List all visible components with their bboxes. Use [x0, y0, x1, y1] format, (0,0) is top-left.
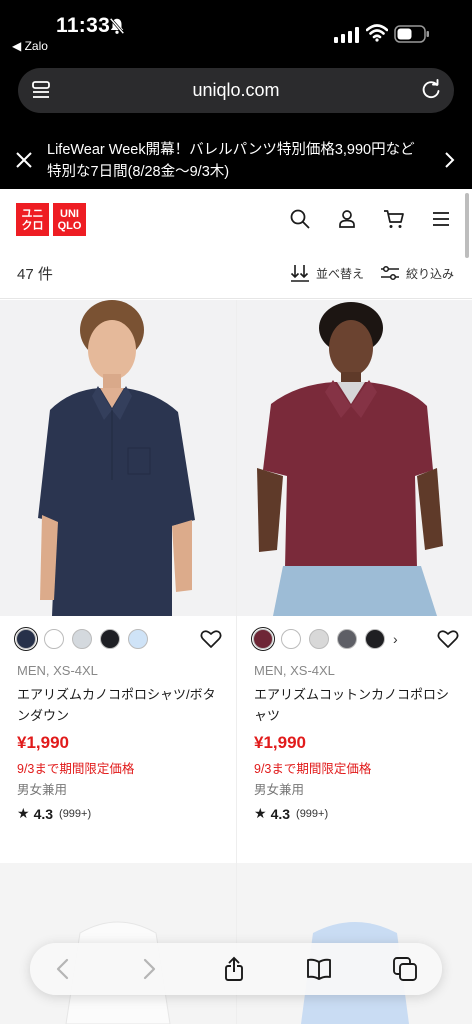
- product-card[interactable]: › MEN, XS-4XL エアリズムコットンカノコポロシャツ ¥1,990 9…: [237, 300, 472, 830]
- color-swatches: ›: [251, 627, 407, 651]
- favorite-heart-icon[interactable]: [437, 629, 459, 649]
- logo-text: クロ: [21, 219, 44, 232]
- review-count: (999+): [296, 807, 329, 820]
- product-card[interactable]: MEN, XS-4XL エアリズムカノコポロシャツ/ボタンダウン ¥1,990 …: [0, 300, 236, 830]
- logo-text: UNI: [60, 207, 79, 220]
- color-swatch[interactable]: [72, 629, 92, 649]
- color-swatch[interactable]: [14, 627, 38, 651]
- color-swatch[interactable]: [309, 629, 329, 649]
- browser-toolbar: [30, 943, 442, 995]
- product-name[interactable]: エアリズムカノコポロシャツ/ボタンダウン: [17, 684, 223, 726]
- back-to-app-link[interactable]: ◀ Zalo: [12, 39, 48, 53]
- logo-text: ユニ: [21, 207, 44, 220]
- sort-label: 並べ替え: [316, 266, 365, 281]
- rating-value: 4.3: [33, 805, 54, 822]
- cart-icon[interactable]: [383, 208, 405, 230]
- url-text[interactable]: uniqlo.com: [18, 80, 454, 101]
- sort-button[interactable]: 並べ替え: [290, 262, 364, 284]
- product-gender-size: MEN, XS-4XL: [254, 663, 335, 678]
- account-icon[interactable]: [336, 208, 358, 230]
- logo-block-katakana: ユニ クロ: [16, 203, 49, 236]
- chevron-right-icon[interactable]: [442, 151, 456, 169]
- product-image[interactable]: [237, 300, 472, 616]
- star-icon: ★: [17, 805, 30, 821]
- unisex-label: 男女兼用: [17, 783, 68, 797]
- product-rating: ★ 4.3 (999+): [17, 805, 91, 822]
- limited-price-note: 9/3まで期間限定価格: [254, 762, 372, 776]
- product-rating: ★ 4.3 (999+): [254, 805, 328, 822]
- color-swatch[interactable]: [337, 629, 357, 649]
- share-icon[interactable]: [221, 956, 247, 982]
- silent-bell-icon: [109, 17, 125, 35]
- filter-label: 絞り込み: [406, 266, 455, 281]
- product-name[interactable]: エアリズムコットンカノコポロシャツ: [254, 684, 460, 726]
- color-swatch[interactable]: [128, 629, 148, 649]
- more-colors-chevron-icon[interactable]: ›: [393, 629, 407, 649]
- search-icon[interactable]: [289, 208, 311, 230]
- bookmarks-book-icon[interactable]: [306, 956, 332, 982]
- color-swatches: [14, 627, 148, 651]
- result-count: 47 件: [17, 266, 53, 283]
- results-toolbar: 47 件 並べ替え 絞り込み: [0, 251, 472, 299]
- uniqlo-logo[interactable]: ユニ クロ UNI QLO: [16, 203, 86, 236]
- site-header: ユニ クロ UNI QLO: [0, 189, 472, 251]
- forward-arrow-icon[interactable]: [136, 956, 162, 982]
- address-bar[interactable]: uniqlo.com: [18, 68, 454, 113]
- reload-icon[interactable]: [420, 79, 442, 101]
- favorite-heart-icon[interactable]: [200, 629, 222, 649]
- color-swatch[interactable]: [251, 627, 275, 651]
- menu-icon[interactable]: [430, 208, 452, 230]
- logo-text: QLO: [57, 219, 82, 232]
- battery-icon: [394, 25, 429, 43]
- filter-button[interactable]: 絞り込み: [380, 262, 454, 284]
- product-price: ¥1,990: [254, 733, 306, 752]
- filter-sliders-icon: [381, 265, 399, 281]
- tabs-overview-icon[interactable]: [392, 956, 418, 982]
- navy-polo-model-image: [0, 300, 236, 616]
- close-icon[interactable]: [15, 151, 33, 169]
- color-swatch[interactable]: [44, 629, 64, 649]
- back-arrow-icon[interactable]: [50, 956, 76, 982]
- logo-block-latin: UNI QLO: [53, 203, 86, 236]
- wifi-icon: [366, 24, 388, 42]
- color-swatch[interactable]: [100, 629, 120, 649]
- browser-chrome: 11:33 ◀ Zalo uniqlo.com LifeWear Week開幕！…: [0, 0, 472, 189]
- unisex-label: 男女兼用: [254, 783, 305, 797]
- promo-text[interactable]: LifeWear Week開幕！バレルパンツ特別価格3,990円など特別な7日間…: [47, 139, 427, 183]
- cellular-signal-icon: [334, 27, 359, 43]
- star-icon: ★: [254, 805, 267, 821]
- color-swatch[interactable]: [281, 629, 301, 649]
- product-price: ¥1,990: [17, 733, 69, 752]
- color-swatch[interactable]: [365, 629, 385, 649]
- product-gender-size: MEN, XS-4XL: [17, 663, 98, 678]
- page-scrollbar[interactable]: [465, 193, 469, 258]
- rating-value: 4.3: [270, 805, 291, 822]
- product-image[interactable]: [0, 300, 236, 616]
- review-count: (999+): [59, 807, 92, 820]
- sort-icon: [290, 265, 309, 282]
- status-time: 11:33: [56, 14, 111, 37]
- burgundy-polo-model-image: [237, 300, 472, 616]
- promo-banner[interactable]: LifeWear Week開幕！バレルパンツ特別価格3,990円など特別な7日間…: [0, 133, 472, 189]
- limited-price-note: 9/3まで期間限定価格: [17, 762, 135, 776]
